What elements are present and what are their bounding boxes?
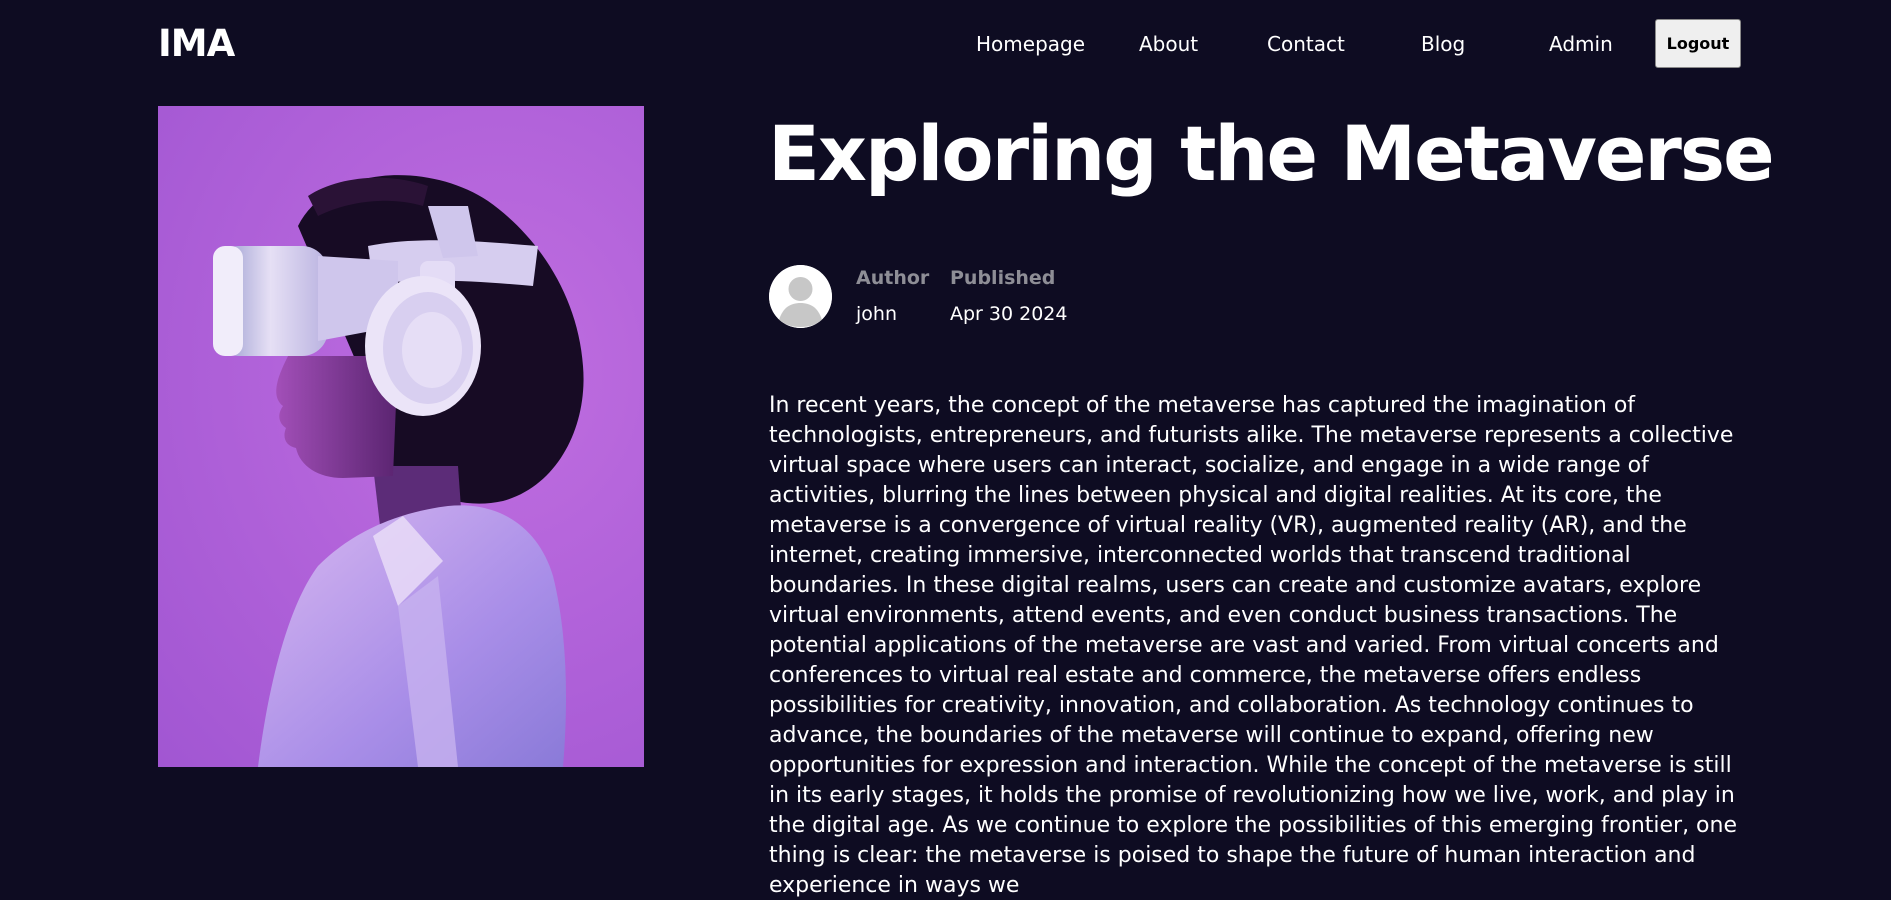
author-label: Author [856,267,930,289]
nav-contact[interactable]: Contact [1267,28,1345,60]
nav-admin[interactable]: Admin [1549,28,1613,60]
author-name: john [856,303,897,325]
author-avatar [769,265,832,328]
nav-homepage[interactable]: Homepage [976,28,1085,60]
logout-button[interactable]: Logout [1655,19,1741,68]
default-user-avatar-icon [769,265,832,328]
published-date: Apr 30 2024 [950,303,1068,325]
post-hero-image [158,106,644,767]
vr-headset-person-illustration [213,175,584,767]
nav-blog[interactable]: Blog [1421,28,1465,60]
site-logo[interactable]: IMA [158,20,235,68]
blog-post-page: IMA Homepage About Contact Blog Admin Lo… [0,0,1891,900]
published-label: Published [950,267,1056,289]
post-title: Exploring the Metaverse [768,109,1775,198]
post-body: In recent years, the concept of the meta… [769,393,1737,898]
nav-about[interactable]: About [1139,28,1198,60]
